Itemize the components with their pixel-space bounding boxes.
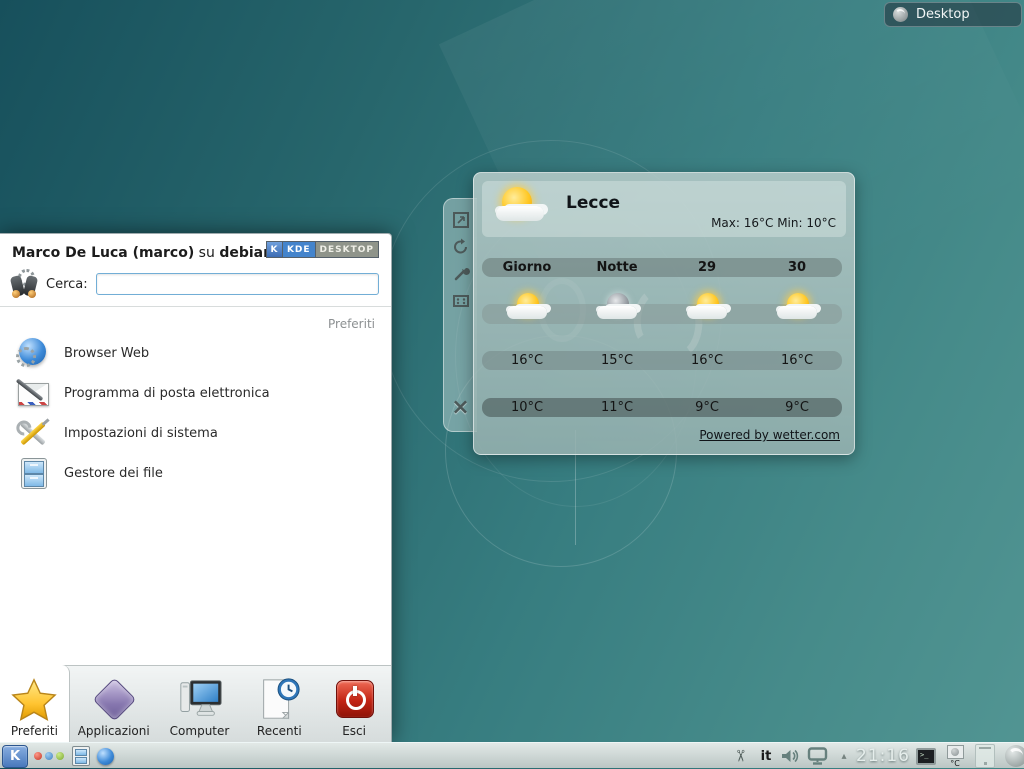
menu-item-browser-web[interactable]: Browser Web [0, 333, 391, 373]
system-settings-icon [16, 416, 50, 450]
day-temp: 16°C [752, 353, 842, 368]
wetter-credit-link[interactable]: Powered by wetter.com [699, 428, 840, 442]
recent-documents-icon [256, 676, 302, 722]
night-temp: 9°C [752, 400, 842, 415]
weather-condition-row [482, 304, 842, 324]
kickoff-menu: Marco De Luca (marco) su debian K KDE DE… [0, 233, 392, 742]
keyboard-layout-indicator[interactable]: it [756, 743, 776, 769]
menu-item-file-manager[interactable]: Gestore dei file [0, 453, 391, 493]
desktop-toolbox-label: Desktop [916, 7, 970, 22]
user-connector: su [194, 245, 219, 261]
weather-night-temps: 10°C 11°C 9°C 9°C [482, 398, 842, 417]
tray-expander-icon[interactable]: ▴ [836, 743, 852, 769]
digital-clock[interactable]: 21:16 [854, 743, 912, 769]
rotate-icon[interactable] [452, 238, 470, 256]
web-browser-icon [16, 336, 50, 370]
search-binoculars-icon [10, 270, 38, 298]
day-temp: 16°C [482, 353, 572, 368]
weather-day-temps: 16°C 15°C 16°C 16°C [482, 351, 842, 370]
weather-tray-icon[interactable]: °C [941, 743, 969, 769]
tab-computer[interactable]: Computer [158, 666, 242, 742]
star-icon [11, 676, 57, 722]
kde-logo-icon: K [267, 242, 283, 257]
browser-launcher[interactable] [94, 743, 116, 769]
panel-widget-strip[interactable] [975, 744, 995, 768]
sun-cloud-icon [505, 293, 549, 323]
night-temp: 11°C [572, 400, 662, 415]
day-temp: 16°C [662, 353, 752, 368]
menu-item-system-settings[interactable]: Impostazioni di sistema [0, 413, 391, 453]
file-manager-icon [16, 456, 50, 490]
applications-diamond-icon [91, 676, 137, 722]
power-icon [331, 676, 377, 722]
weather-tray-glyph [947, 745, 964, 759]
tab-preferiti[interactable]: Preferiti [0, 665, 70, 742]
panel-cashew[interactable] [1000, 743, 1024, 769]
sun-cloud-icon [775, 293, 819, 323]
weather-column-headers: Giorno Notte 29 30 [482, 258, 842, 277]
plasma-cashew-icon [893, 7, 908, 22]
weather-widget-handle[interactable]: × [443, 198, 477, 432]
globe-icon [97, 748, 114, 765]
user-host-line: Marco De Luca (marco) su debian [12, 245, 273, 261]
weather-header: Lecce Max: 16°C Min: 10°C [482, 181, 846, 237]
menu-item-email[interactable]: Programma di posta elettronica [0, 373, 391, 413]
computer-icon [177, 676, 223, 722]
user-name: Marco De Luca (marco) [12, 245, 194, 261]
activity-pager[interactable] [32, 743, 66, 769]
weather-col: Notte [572, 260, 662, 275]
desktop-toolbox[interactable]: Desktop [884, 2, 1022, 27]
file-manager-icon [72, 746, 90, 766]
kickoff-search-row: Cerca: [0, 266, 391, 306]
kickoff-tabbar: Preferiti Applicazioni Computer Recenti … [0, 665, 391, 742]
moon-cloud-icon [595, 293, 639, 323]
network-monitor-icon[interactable] [805, 743, 831, 769]
tab-recenti[interactable]: Recenti [241, 666, 317, 742]
day-temp: 15°C [572, 353, 662, 368]
section-label-preferiti: Preferiti [0, 307, 391, 333]
pager-dot-blue[interactable] [45, 752, 53, 760]
resize-icon[interactable] [452, 211, 470, 229]
weather-col: 29 [662, 260, 752, 275]
weather-city: Lecce [566, 193, 620, 213]
pager-dot-green[interactable] [56, 752, 64, 760]
plasma-cashew-icon [1005, 745, 1024, 767]
sun-cloud-icon [494, 187, 550, 231]
bottom-panel: K ✂ it ▴ 21:16 >_ °C [0, 742, 1024, 768]
kde-desktop-badge: K KDE DESKTOP [266, 241, 379, 258]
tab-esci[interactable]: Esci [317, 666, 391, 742]
pager-dot-red[interactable] [34, 752, 42, 760]
klipper-scissors-icon[interactable]: ✂ [728, 745, 754, 767]
search-input[interactable] [96, 273, 379, 295]
weather-col: 30 [752, 260, 842, 275]
settings-icon[interactable] [452, 292, 470, 310]
night-temp: 10°C [482, 400, 572, 415]
mail-icon [16, 376, 50, 410]
weather-widget[interactable]: Lecce Max: 16°C Min: 10°C Giorno Notte 2… [473, 172, 855, 455]
configure-wrench-icon[interactable] [452, 265, 470, 283]
badge-desktop-label: DESKTOP [316, 242, 378, 257]
weather-max-min: Max: 16°C Min: 10°C [711, 216, 836, 230]
sun-cloud-icon [685, 293, 729, 323]
search-label: Cerca: [46, 277, 88, 292]
kde-menu-button[interactable]: K [2, 745, 28, 768]
badge-kde-label: KDE [283, 242, 316, 257]
night-temp: 9°C [662, 400, 752, 415]
kickoff-header: Marco De Luca (marco) su debian K KDE DE… [0, 234, 391, 266]
terminal-tray-icon[interactable]: >_ [913, 743, 939, 769]
volume-icon[interactable] [779, 743, 803, 769]
weather-col: Giorno [482, 260, 572, 275]
tab-applicazioni[interactable]: Applicazioni [70, 666, 158, 742]
file-manager-launcher[interactable] [70, 743, 92, 769]
